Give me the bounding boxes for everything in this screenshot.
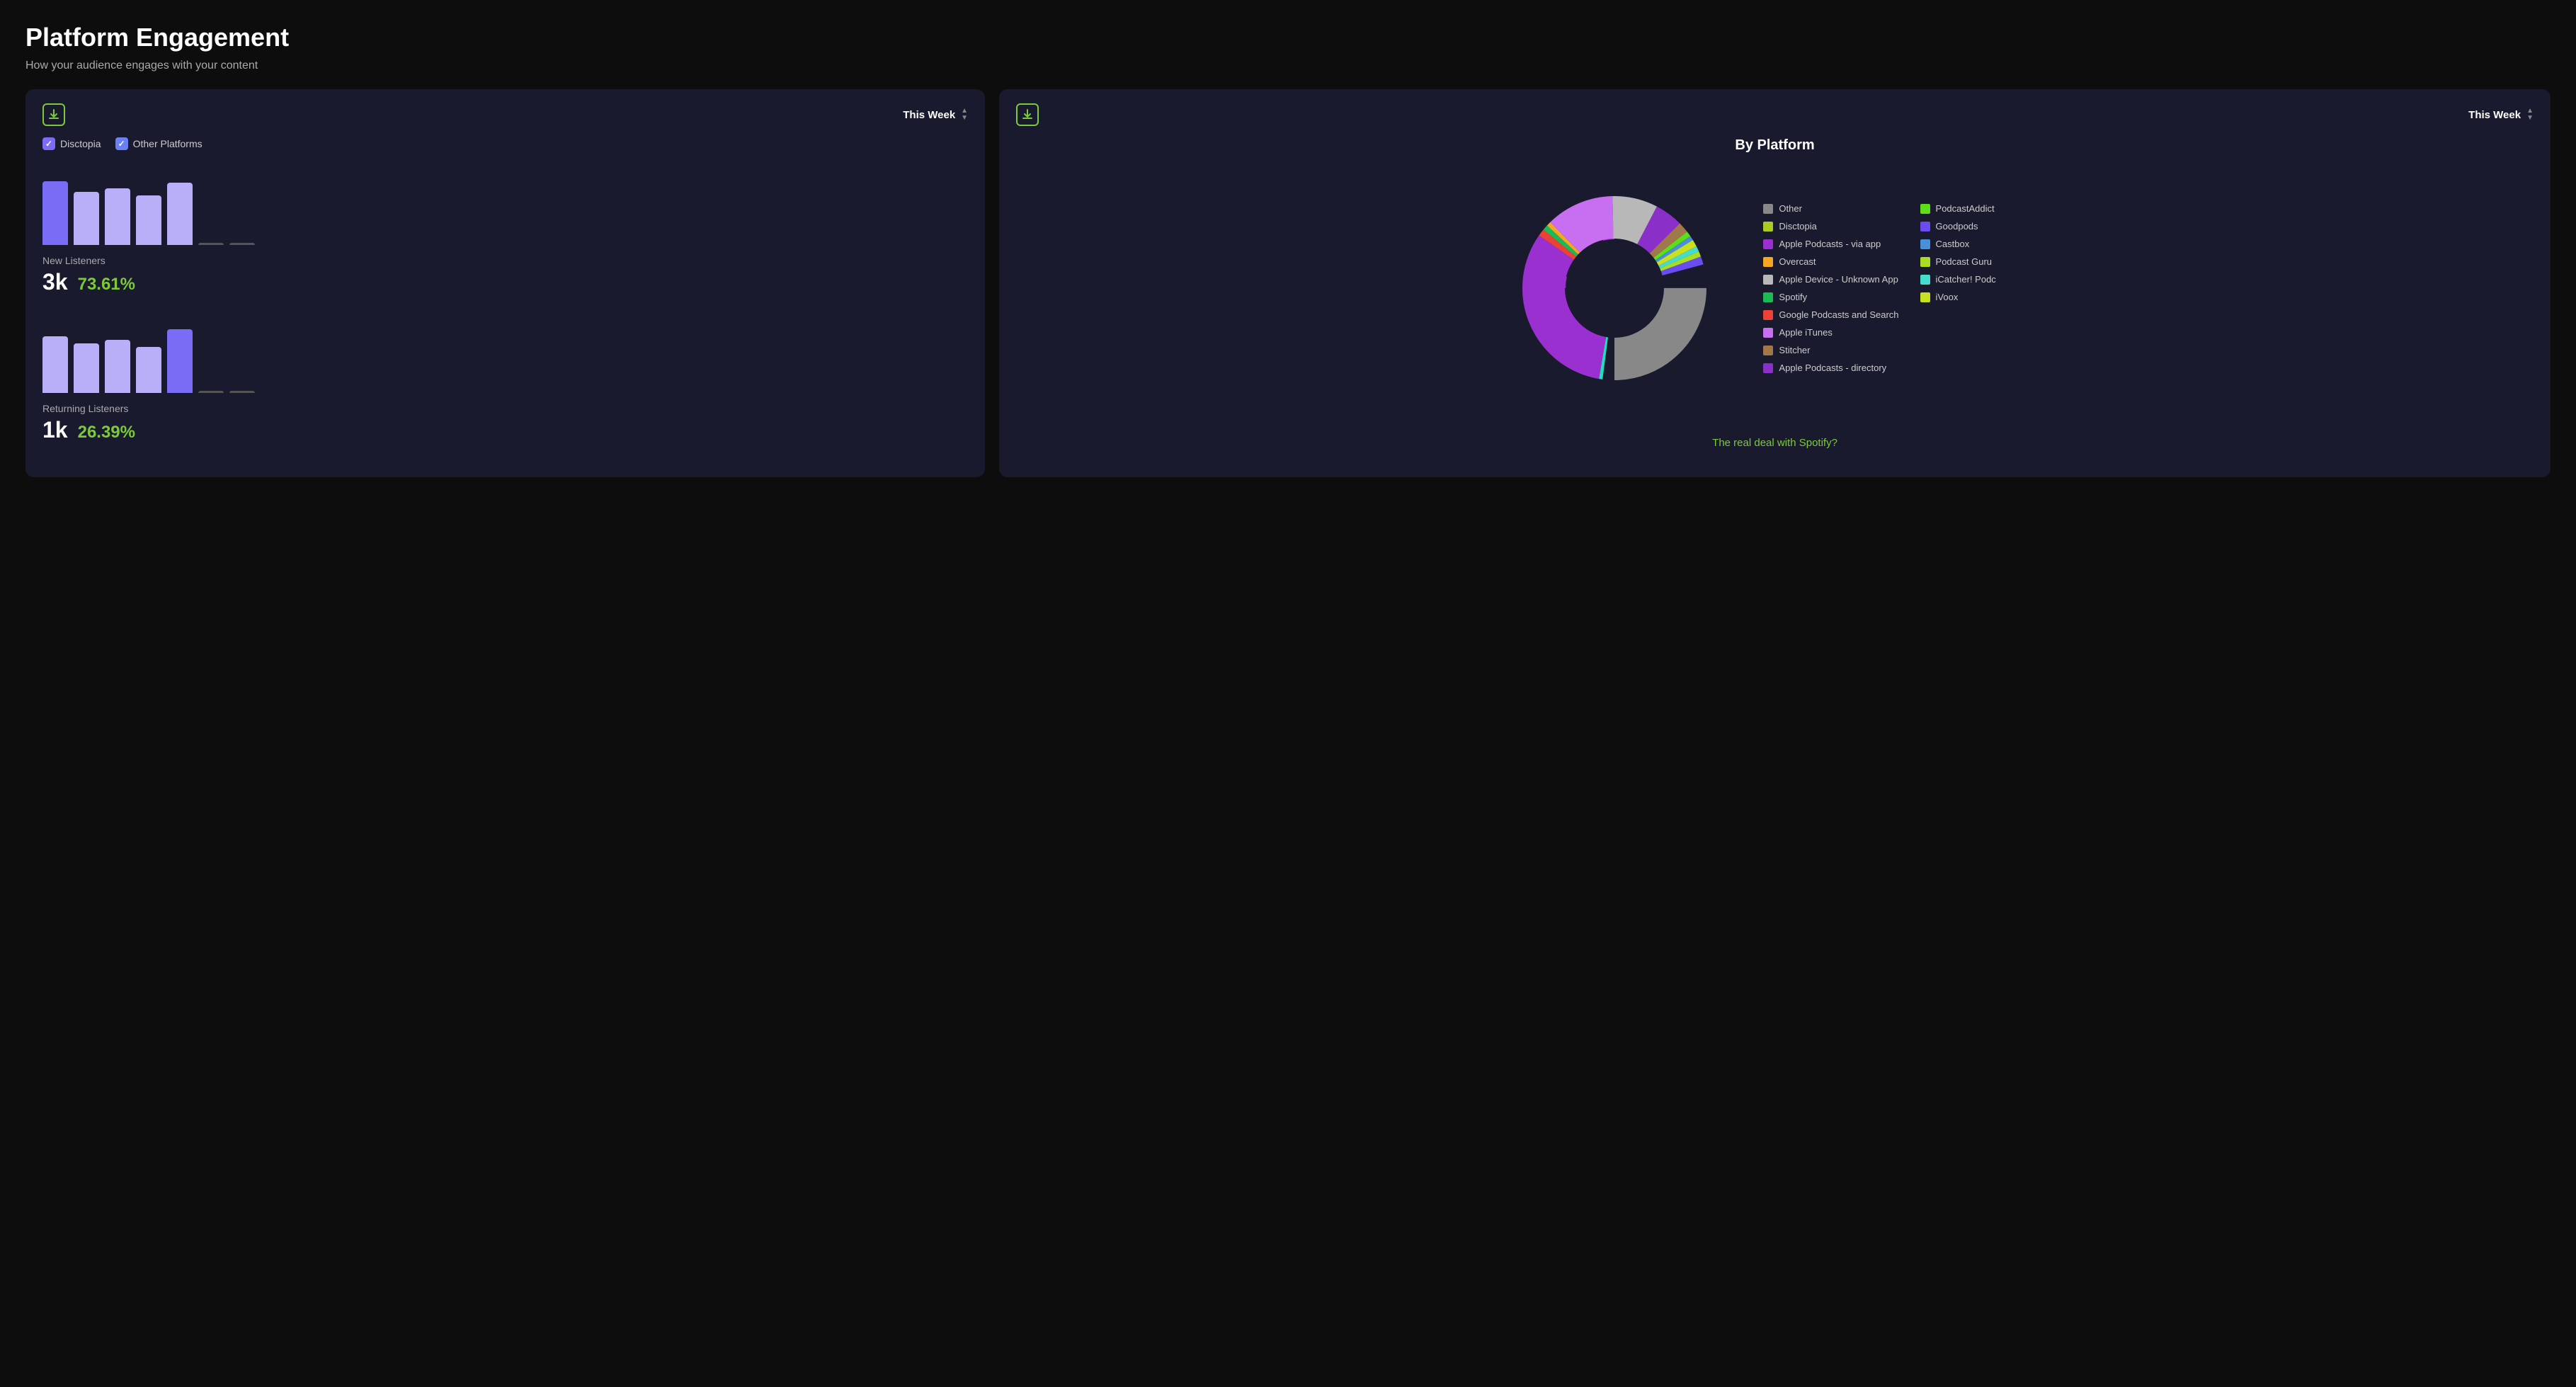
bottom-note: The real deal with Spotify? <box>1016 437 2534 449</box>
checkbox-other-platforms[interactable]: ✓ <box>115 137 128 150</box>
download-icon-right[interactable] <box>1016 103 1039 126</box>
right-card-header: This Week ▲▼ <box>1016 103 2534 126</box>
legend-item-disctopia: ✓ Disctopia <box>42 137 101 150</box>
legend-overcast: Overcast <box>1763 256 1898 267</box>
ret-bar-dash-2 <box>229 391 255 393</box>
ret-bar-2 <box>74 343 99 393</box>
new-listeners-label: New Listeners <box>42 255 968 266</box>
ret-bar-1 <box>42 336 68 393</box>
checkbox-disctopia[interactable]: ✓ <box>42 137 55 150</box>
color-apple-directory <box>1763 363 1773 373</box>
left-card-header: This Week ▲▼ <box>42 103 968 126</box>
color-stitcher <box>1763 346 1773 355</box>
bar-dash-2 <box>229 243 255 245</box>
color-podcast-addict <box>1920 204 1930 214</box>
legend-castbox: Castbox <box>1920 239 2056 249</box>
legend-item-other-platforms: ✓ Other Platforms <box>115 137 203 150</box>
bar-dash-1 <box>198 243 224 245</box>
returning-listeners-count: 1k <box>42 417 68 443</box>
color-overcast <box>1763 257 1773 267</box>
color-spotify <box>1763 292 1773 302</box>
color-apple-via-app <box>1763 239 1773 249</box>
new-listeners-percent: 73.61% <box>78 275 135 295</box>
color-icatcher <box>1920 275 1930 285</box>
legend-google-podcasts: Google Podcasts and Search <box>1763 309 1898 320</box>
returning-listeners-section: Returning Listeners 1k 26.39% <box>42 315 968 443</box>
color-disctopia <box>1763 222 1773 232</box>
page-title: Platform Engagement <box>25 23 2551 52</box>
download-icon-left[interactable] <box>42 103 65 126</box>
legend-stitcher: Stitcher <box>1763 345 1898 355</box>
legend-apple-unknown: Apple Device - Unknown App <box>1763 274 1898 285</box>
legend-apple-directory: Apple Podcasts - directory <box>1763 363 1898 373</box>
week-selector-left[interactable]: This Week ▲▼ <box>903 108 968 122</box>
sort-arrows-right: ▲▼ <box>2526 108 2534 122</box>
returning-listeners-percent: 26.39% <box>78 423 135 443</box>
new-listeners-stats: 3k 73.61% <box>42 269 968 295</box>
ret-bar-4 <box>136 347 161 393</box>
legend-podcast-guru: Podcast Guru <box>1920 256 2056 267</box>
color-ivoox <box>1920 292 1930 302</box>
right-card: This Week ▲▼ By Platform <box>999 89 2551 477</box>
ret-bar-5 <box>167 329 193 393</box>
legend-row: ✓ Disctopia ✓ Other Platforms <box>42 137 968 150</box>
sort-arrows-left: ▲▼ <box>961 108 968 122</box>
color-podcast-guru <box>1920 257 1930 267</box>
ret-bar-dash-1 <box>198 391 224 393</box>
donut-legend: Other PodcastAddict Disctopia Goodpods A… <box>1763 203 2055 373</box>
bar-1 <box>42 181 68 245</box>
color-goodpods <box>1920 222 1930 232</box>
color-apple-unknown <box>1763 275 1773 285</box>
ret-bar-3 <box>105 340 130 393</box>
color-google-podcasts <box>1763 310 1773 320</box>
donut-section: Other PodcastAddict Disctopia Goodpods A… <box>1016 161 2534 430</box>
color-other <box>1763 204 1773 214</box>
legend-apple-via-app: Apple Podcasts - via app <box>1763 239 1898 249</box>
new-listeners-bars <box>42 167 968 245</box>
new-listeners-section: New Listeners 3k 73.61% <box>42 167 968 295</box>
legend-goodpods: Goodpods <box>1920 221 2056 232</box>
legend-apple-itunes: Apple iTunes <box>1763 327 1898 338</box>
legend-icatcher: iCatcher! Podc <box>1920 274 2056 285</box>
donut-chart <box>1494 168 1735 409</box>
legend-spotify: Spotify <box>1763 292 1898 302</box>
new-listeners-count: 3k <box>42 269 68 295</box>
donut-svg <box>1494 168 1735 409</box>
page-subtitle: How your audience engages with your cont… <box>25 59 2551 72</box>
bar-4 <box>136 195 161 245</box>
legend-other: Other <box>1763 203 1898 214</box>
legend-ivoox: iVoox <box>1920 292 2056 302</box>
legend-disctopia: Disctopia <box>1763 221 1898 232</box>
week-selector-right[interactable]: This Week ▲▼ <box>2468 108 2534 122</box>
returning-listeners-label: Returning Listeners <box>42 403 968 414</box>
left-card: This Week ▲▼ ✓ Disctopia ✓ Other Platfor… <box>25 89 985 477</box>
bar-3 <box>105 188 130 245</box>
bar-5 <box>167 183 193 245</box>
cards-row: This Week ▲▼ ✓ Disctopia ✓ Other Platfor… <box>25 89 2551 477</box>
legend-podcast-addict: PodcastAddict <box>1920 203 2056 214</box>
color-apple-itunes <box>1763 328 1773 338</box>
returning-listeners-bars <box>42 315 968 393</box>
returning-listeners-stats: 1k 26.39% <box>42 417 968 443</box>
color-castbox <box>1920 239 1930 249</box>
chart-title: By Platform <box>1016 137 2534 154</box>
bar-2 <box>74 192 99 245</box>
